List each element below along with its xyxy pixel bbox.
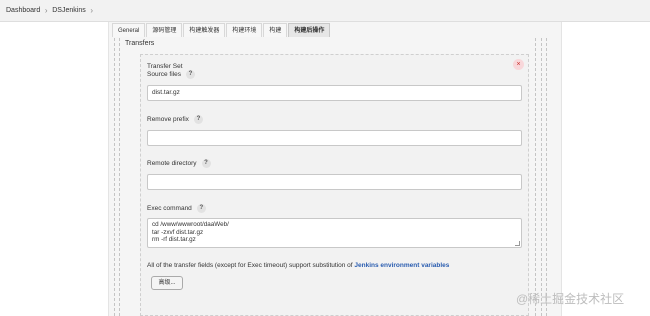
watermark: @稀土掘金技术社区 bbox=[516, 292, 625, 306]
remove-prefix-label-text: Remove prefix bbox=[147, 116, 189, 123]
remote-directory-label: Remote directory ? bbox=[147, 159, 211, 168]
remote-directory-input[interactable] bbox=[147, 174, 522, 190]
tab-build[interactable]: 构建 bbox=[263, 23, 288, 37]
remove-prefix-label: Remove prefix ? bbox=[147, 115, 203, 124]
tab-general[interactable]: General bbox=[112, 23, 146, 37]
section-border bbox=[541, 38, 542, 316]
exec-command-line: cd /www/wwwroot/daaWeb/ bbox=[152, 221, 229, 228]
remote-directory-label-text: Remote directory bbox=[147, 160, 197, 167]
section-border bbox=[546, 38, 547, 316]
substitution-note: All of the transfer fields (except for E… bbox=[147, 262, 449, 269]
breadcrumb: Dashboard › DSJenkins › bbox=[0, 0, 650, 22]
substitution-note-text: All of the transfer fields (except for E… bbox=[147, 262, 355, 269]
section-border bbox=[114, 38, 115, 316]
close-icon[interactable]: × bbox=[513, 59, 524, 70]
breadcrumb-dashboard[interactable]: Dashboard bbox=[6, 7, 40, 14]
help-icon[interactable]: ? bbox=[193, 115, 203, 124]
breadcrumb-separator: › bbox=[90, 6, 94, 15]
tab-build-triggers[interactable]: 构建触发器 bbox=[183, 23, 226, 37]
exec-command-line: tar -zxvf dist.tar.gz bbox=[152, 228, 204, 236]
section-border bbox=[119, 38, 120, 316]
section-border bbox=[535, 38, 536, 316]
breadcrumb-separator: › bbox=[44, 6, 48, 15]
exec-command-label-text: Exec command bbox=[147, 205, 192, 212]
tab-build-environment[interactable]: 构建环境 bbox=[226, 23, 263, 37]
advanced-button[interactable]: 高级... bbox=[151, 276, 183, 290]
tab-post-build-actions[interactable]: 构建后操作 bbox=[288, 23, 331, 37]
remove-prefix-input[interactable] bbox=[147, 130, 522, 146]
config-tabs: General 源码管理 构建触发器 构建环境 构建 构建后操作 bbox=[112, 23, 331, 37]
source-files-label-text: Source files bbox=[147, 71, 181, 78]
resize-handle[interactable] bbox=[515, 241, 520, 246]
transfer-set-title: Transfer Set bbox=[147, 63, 183, 70]
tab-source-management[interactable]: 源码管理 bbox=[146, 23, 183, 37]
breadcrumb-job[interactable]: DSJenkins bbox=[52, 7, 85, 14]
source-files-label: Source files ? bbox=[147, 70, 195, 79]
help-icon[interactable]: ? bbox=[196, 204, 206, 213]
source-files-input[interactable]: dist.tar.gz bbox=[147, 85, 522, 101]
help-icon[interactable]: ? bbox=[185, 70, 195, 79]
exec-command-line: rm -rf dist.tar.gz bbox=[152, 236, 196, 243]
exec-command-label: Exec command ? bbox=[147, 204, 206, 213]
transfers-heading: Transfers bbox=[125, 40, 155, 47]
exec-command-textarea[interactable]: cd /www/wwwroot/daaWeb/ tar -zxvf dist.t… bbox=[147, 218, 522, 248]
help-icon[interactable]: ? bbox=[201, 159, 211, 168]
jenkins-env-vars-link[interactable]: Jenkins environment variables bbox=[354, 262, 449, 269]
